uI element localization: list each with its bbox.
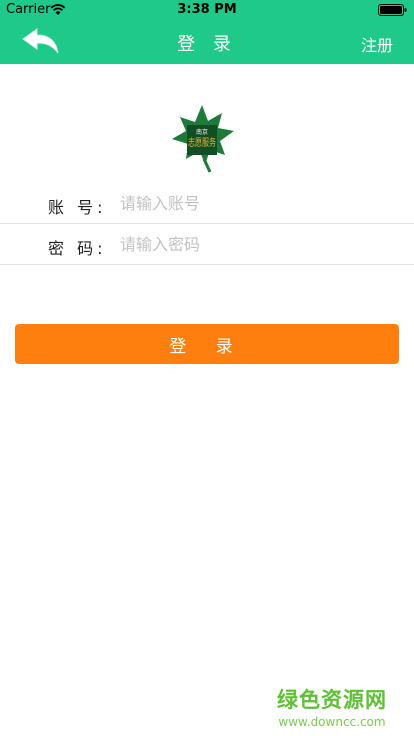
battery-icon [378, 4, 407, 16]
password-input[interactable] [120, 230, 390, 258]
navigation-bar: 登 录 注册 [0, 20, 414, 64]
logo-text-small: 南京 [196, 128, 208, 136]
register-button[interactable]: 注册 [361, 32, 393, 56]
login-button[interactable]: 登 录 [15, 324, 399, 364]
status-bar: Carrier 3:38 PM [0, 0, 414, 20]
page-title: 登 录 [177, 34, 237, 55]
app-header: Carrier 3:38 PM 登 录 注册 [0, 0, 414, 64]
clock: 3:38 PM [177, 2, 237, 17]
account-input[interactable] [120, 189, 390, 217]
watermark-url: www.downcc.com [278, 715, 386, 729]
account-row: 账 号: [0, 183, 414, 224]
watermark-name: 绿色资源网 [277, 688, 387, 712]
volunteer-leaf-logo: 南京 志愿服务 [172, 105, 234, 173]
password-label: 密 码: [48, 239, 107, 258]
password-row: 密 码: [0, 224, 414, 265]
account-label: 账 号: [48, 198, 107, 217]
logo-text-main: 志愿服务 [188, 136, 216, 149]
watermark: 绿色资源网 www.downcc.com [272, 684, 392, 729]
